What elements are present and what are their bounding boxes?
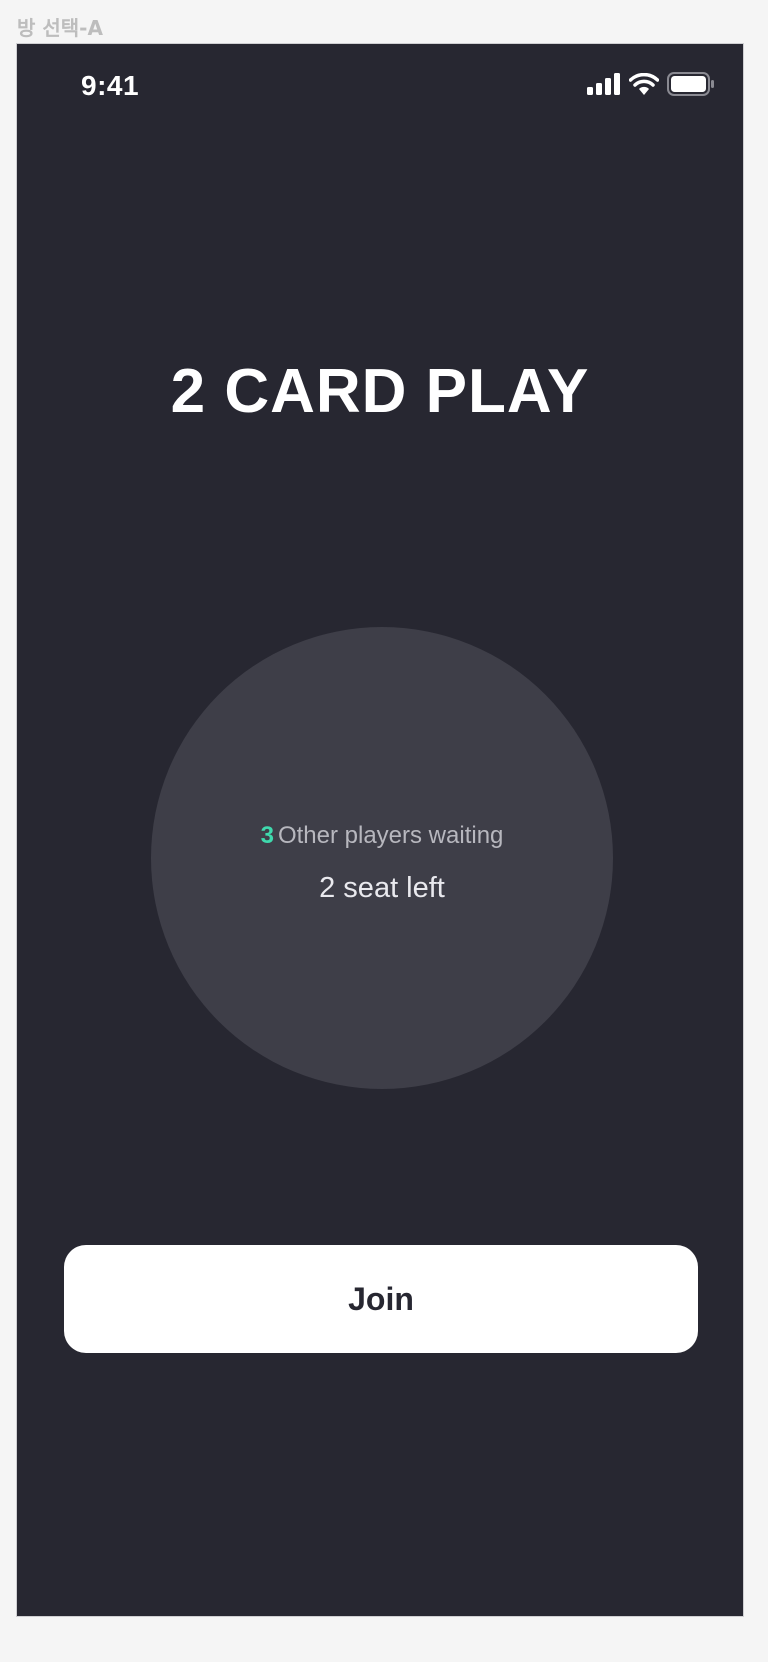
status-icons [587, 72, 715, 96]
status-time: 9:41 [81, 70, 140, 101]
waiting-label: Other players waiting [277, 822, 504, 849]
seats-left: 2 seat left [319, 872, 445, 904]
cellular-signal-icon [587, 73, 621, 95]
room-status-circle: 3 Other players waiting 2 seat left [151, 627, 613, 1089]
frame-label: 방 선택-A [17, 16, 103, 40]
join-button[interactable]: Join [64, 1245, 698, 1353]
waiting-players-line: 3 Other players waiting [151, 822, 613, 850]
waiting-count: 3 [260, 822, 274, 849]
page-title: 2 CARD PLAY [170, 357, 590, 426]
battery-icon [667, 72, 715, 96]
phone-screen: 9:41 2 CARD PLAY 3 Other players waiting… [16, 43, 744, 1617]
status-bar: 9:41 [17, 44, 743, 128]
wifi-icon [629, 73, 659, 95]
